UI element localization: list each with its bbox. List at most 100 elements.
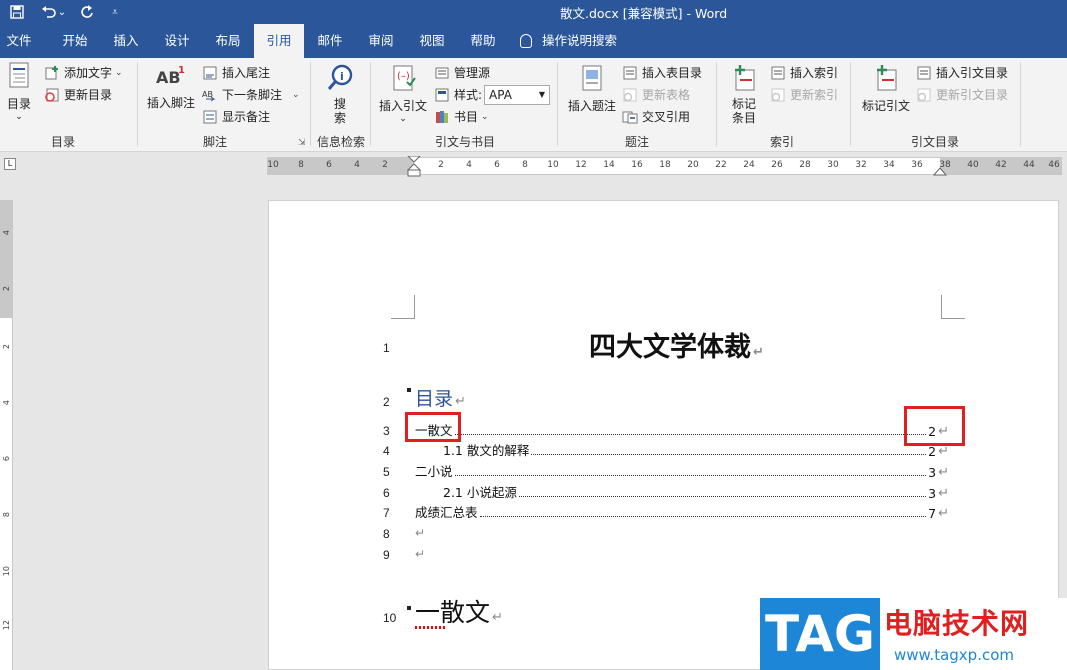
redo-icon[interactable] [76,2,98,22]
ruler-number: 4 [2,400,11,406]
toc-entry[interactable]: 2.1 小说起源 3 ↵ [443,485,949,501]
toc-icon [9,62,29,88]
watermark-site-name: 电脑技术网 [884,607,1030,640]
toc-entry[interactable]: 一散文 2 ↵ [415,423,949,439]
tab-design[interactable]: 设计 [152,24,202,58]
document-title[interactable]: 四大文学体裁 ↵ [589,325,764,364]
add-text-label: 添加文字 [64,66,113,80]
toc-leader [454,475,927,476]
insert-table-of-figures-button[interactable]: 插入表目录 [622,63,702,83]
tab-view[interactable]: 视图 [407,24,457,58]
style-select[interactable]: APA ▼ [484,85,551,105]
ruler-number: 6 [326,160,332,170]
group-separator [716,62,717,146]
search-icon: i [327,64,353,90]
document-title-text: 四大文学体裁 [589,332,751,363]
caption-group-label: 题注 [624,135,649,149]
right-indent-marker-icon[interactable] [933,166,947,176]
ruler-number: 12 [575,160,587,170]
heading-1-text: 一散文 [415,598,491,627]
mark-entry-button[interactable]: 标记 条目 [724,64,764,125]
tab-file[interactable]: 文件 [0,24,38,58]
update-index-button[interactable]: 更新索引 [770,85,838,105]
cross-reference-button[interactable]: 交叉引用 [622,107,690,127]
ruler-number: 14 [603,160,615,170]
next-footnote-button[interactable]: AB 下一条脚注 ⌄ [202,85,300,105]
insert-footnote-label: 插入脚注 [146,96,195,110]
ruler-number: 8 [522,160,528,170]
ruler-number: 28 [799,160,811,170]
horizontal-ruler[interactable]: 10 8 6 4 2 2 4 6 8 10 12 14 16 18 20 22 … [267,156,1062,178]
toc-entry[interactable]: 1.1 散文的解释 2 ↵ [443,443,949,459]
endnote-icon [203,66,217,80]
ruler-number: 10 [547,160,559,170]
bibliography-button[interactable]: 书目 ⌄ [434,107,489,127]
toc-entry[interactable]: 二小说 3 ↵ [415,464,949,480]
tab-selector-button[interactable]: L [4,158,16,170]
toc-entry[interactable]: 成绩汇总表 7 ↵ [415,505,949,521]
insert-caption-button[interactable]: 插入题注 [564,64,620,114]
ruler-number: 42 [995,160,1007,170]
tab-mailings[interactable]: 邮件 [305,24,355,58]
search-button[interactable]: i 搜 索 [324,64,356,125]
ruler-number: 36 [911,160,923,170]
tab-insert[interactable]: 插入 [101,24,151,58]
heading-1[interactable]: 一散文 ↵ [415,593,503,629]
ruler-number: 10 [267,160,279,170]
mark-citation-button[interactable]: 标记引文 [858,64,914,114]
insert-citation-label: 插入引文 [378,99,427,113]
watermark-logo-text: TAG [765,605,875,663]
ruler-number: 4 [2,230,11,236]
insert-endnote-label: 插入尾注 [222,66,271,80]
tab-help[interactable]: 帮助 [458,24,508,58]
paragraph-mark: ↵ [492,610,503,625]
footnote-icon: AB 1 [156,65,185,87]
update-toc-button[interactable]: 更新目录 [44,85,112,105]
toc-page-number: 3 [928,486,937,501]
bibliography-icon [436,111,448,123]
line-number: 9 [383,548,390,562]
update-toc-label: 更新目录 [64,88,113,102]
save-icon[interactable] [6,2,28,22]
indent-marker-icon[interactable] [407,156,421,178]
ruler-number: 34 [883,160,895,170]
insert-citation-button[interactable]: (–) 插入引文 ⌄ [376,64,430,124]
tell-me-search[interactable]: 操作说明搜索 [520,24,617,58]
group-separator [137,62,138,146]
toc-heading-text: 目录 [415,388,454,410]
insert-footnote-button[interactable]: AB 1 插入脚注 [144,65,198,111]
update-table-button[interactable]: 更新表格 [622,85,690,105]
manage-sources-button[interactable]: 管理源 [434,63,490,83]
tab-review[interactable]: 审阅 [356,24,406,58]
toc-button[interactable]: 目录 ⌄ [4,62,34,122]
insert-endnote-button[interactable]: 插入尾注 [202,63,270,83]
insert-toa-button[interactable]: 插入引文目录 [916,63,1008,83]
tab-layout[interactable]: 布局 [203,24,253,58]
ruler-number: 2 [438,160,444,170]
toc-page-number: 7 [928,506,937,521]
show-notes-button[interactable]: 显示备注 [202,107,270,127]
mark-entry-icon [735,65,755,91]
update-toa-button[interactable]: 更新引文目录 [916,85,1008,105]
ribbon-tabs: 文件 开始 插入 设计 布局 引用 邮件 审阅 视图 帮助 操作说明搜索 [0,24,1067,58]
highlight-box [405,412,461,442]
vertical-ruler[interactable]: 4 2 2 4 6 8 10 12 [0,200,13,670]
index-group-label: 索引 [769,135,794,149]
ruler-number: 2 [2,286,11,292]
heading-marker [407,606,411,610]
toc-entry-text: 2.1 小说起源 [443,485,517,500]
tab-references[interactable]: 引用 [254,24,304,58]
toc-entry-text: 成绩汇总表 [415,505,478,520]
undo-dropdown-icon[interactable]: ⌄ [56,2,68,22]
line-number: 3 [383,424,390,438]
footnote-dialog-launcher-icon[interactable]: ⇲ [298,138,306,148]
ruler-number: 44 [1023,160,1035,170]
customize-icon[interactable]: ⩡ [104,2,126,22]
toc-heading[interactable]: 目录 ↵ [415,384,466,411]
tab-home[interactable]: 开始 [50,24,100,58]
update-table-label: 更新表格 [642,88,691,102]
ruler-number: 32 [855,160,867,170]
line-number: 8 [383,527,390,541]
add-text-button[interactable]: 添加文字 ⌄ [44,63,123,83]
insert-index-button[interactable]: 插入索引 [770,63,838,83]
